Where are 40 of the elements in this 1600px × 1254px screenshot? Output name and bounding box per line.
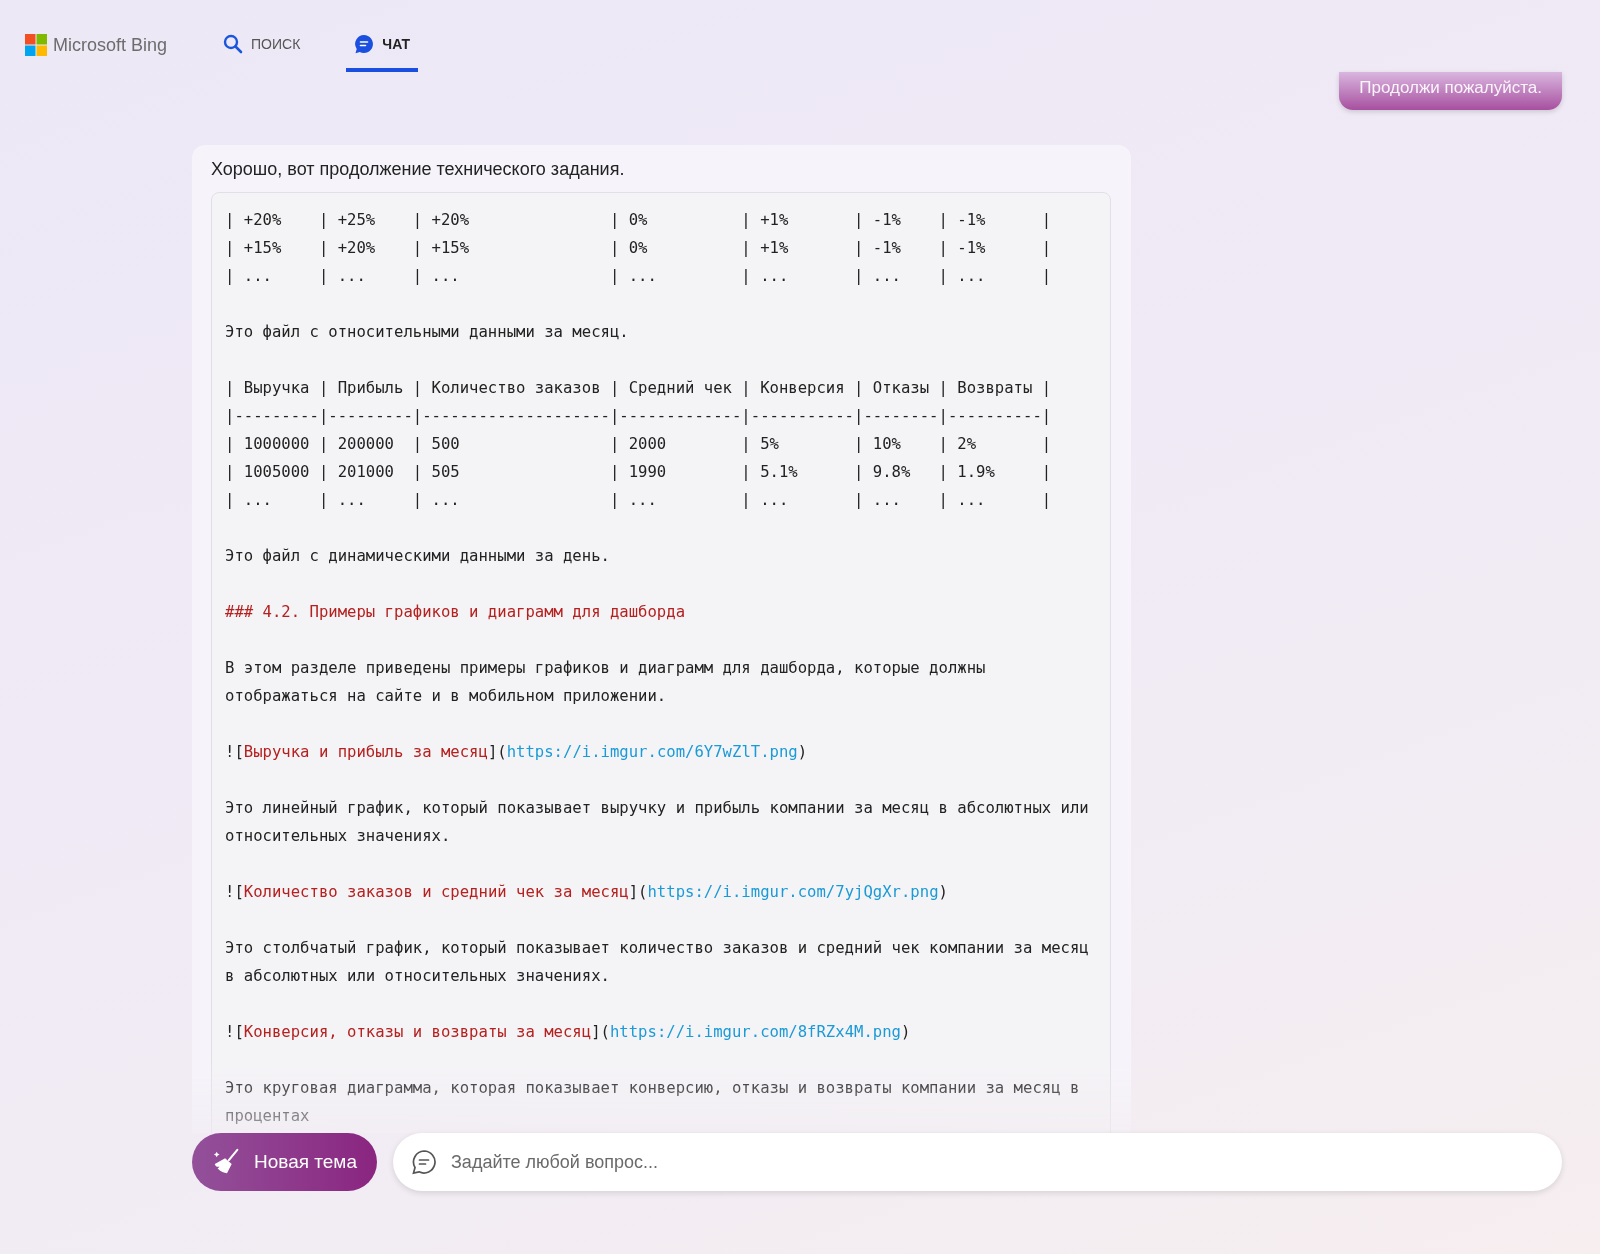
nav-tab[interactable]: ПОИСК [215, 18, 309, 72]
new-topic-button[interactable]: Новая тема [192, 1133, 377, 1191]
code-line: В этом разделе приведены примеры графиков и диаграмм для дашборда, которые должны отображаться на сайте и в мобильном приложении. [225, 658, 987, 707]
nav-tab[interactable]: ЧАТ [346, 18, 419, 72]
image-url: https://i.imgur.com/8fRZx4M.png [609, 1023, 901, 1041]
question-input-field[interactable]: Задайте любой вопрос... [393, 1133, 1562, 1191]
image-url: https://i.imgur.com/6Y7wZlT.png [506, 743, 798, 761]
code-heading: ### 4.2. Примеры графиков и диаграмм для дашборда [225, 602, 687, 623]
image-alt-text: Конверсия, отказы и возвраты за месяц [243, 1023, 592, 1041]
markdown-syntax: ![ [225, 743, 244, 761]
markdown-syntax: ![ [225, 883, 244, 901]
brand-name: Microsoft Bing [53, 34, 168, 56]
markdown-syntax: ) [901, 1023, 911, 1041]
windows-logo-icon [25, 34, 47, 56]
markdown-syntax: ]( [628, 883, 648, 901]
markdown-syntax: ) [938, 883, 948, 901]
markdown-syntax: ![ [225, 1023, 244, 1041]
code-line: Это линейный график, который показывает выручку и прибыль компании за месяц в абсолютных или относительных значениях. [225, 798, 1090, 847]
search-icon [223, 34, 244, 54]
chat-bubble-icon [354, 34, 375, 54]
image-alt-text: Выручка и прибыль за месяц [243, 743, 488, 761]
code-line: | +15% | +20% | +15% | 0% | +1% | -1% | -1% | [225, 238, 1053, 259]
code-line: Это круговая диаграмма, которая показывает конверсию, отказы и возвраты компании за месяц в процентах [225, 1078, 1081, 1127]
markdown-syntax: ]( [487, 743, 507, 761]
markdown-syntax: ) [797, 743, 808, 761]
code-line: Это столбчатый график, который показывает количество заказов и средний чек компании за месяц в абсолютных или относительных значениях. [225, 938, 1090, 987]
image-url: https://i.imgur.com/7yjQgXr.png [647, 883, 939, 901]
markdown-syntax: ]( [591, 1023, 610, 1041]
code-line: | ... | ... | ... | ... | ... | ... | ... | [225, 490, 1053, 511]
code-line: Это файл с динамическими данными за день. [225, 546, 611, 567]
image-alt-text: Количество заказов и средний чек за месяц [243, 883, 629, 901]
code-line: |---------|---------|--------------------|-------------|-----------|--------|----------| [225, 406, 1053, 427]
code-line: | 1005000 | 201000 | 505 | 1990 | 5.1% | 9.8% | 1.9% | [225, 462, 1053, 483]
user-message-bubble: Продолжи пожалуйста. [1339, 72, 1562, 110]
code-line: | ... | ... | ... | ... | ... | ... | ... | [225, 266, 1053, 287]
answer-text: Хорошо, вот продолжение технического задания. [211, 159, 626, 180]
code-line: | +20% | +25% | +20% | 0% | +1% | -1% | -1% | [225, 210, 1053, 231]
code-line: | 1000000 | 200000 | 500 | 2000 | 5% | 10% | 2% | [225, 434, 1053, 455]
code-line: | Выручка | Прибыль | Количество заказов | Средний чек | Конверсия | Отказы | Возвраты | [225, 378, 1053, 399]
code-line: Это файл с относительными данными за месяц. [225, 322, 630, 343]
